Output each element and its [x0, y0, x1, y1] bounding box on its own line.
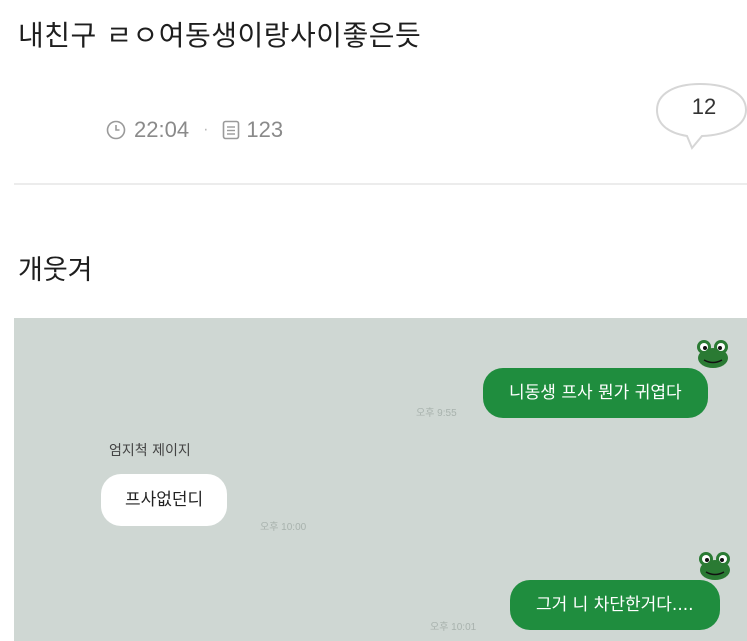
- message-time: 오후 10:00: [260, 522, 307, 533]
- frog-sticker-icon: [697, 340, 728, 368]
- post-title: 내친구 ㄹㅇ여동생이랑사이좋은듯: [18, 19, 422, 52]
- sender-name: 엄지척 제이지: [109, 443, 191, 459]
- view-count: 123: [246, 117, 284, 142]
- comment-count: 12: [691, 94, 717, 119]
- chat-screenshot: 니동생 프사 뭔가 귀엽다 오후 9:55 엄지척 제이지 프사없던디 오후 1…: [14, 318, 747, 641]
- meta-separator: ·: [203, 121, 209, 138]
- comment-count-button[interactable]: 12: [654, 80, 747, 152]
- document-icon: [222, 120, 240, 140]
- message-time: 오후 10:01: [430, 622, 477, 633]
- message-time: 오후 9:55: [416, 408, 457, 419]
- chat-bubble-outgoing: 그거 니 차단한거다....: [510, 580, 720, 630]
- divider: [14, 183, 747, 185]
- post-body: 개웃겨: [18, 255, 93, 286]
- chat-bubble-outgoing: 니동생 프사 뭔가 귀엽다: [483, 368, 708, 418]
- post-meta: 22:04 · 123: [106, 117, 283, 143]
- chat-bubble-incoming: 프사없던디: [101, 474, 228, 526]
- post-time: 22:04: [134, 117, 190, 142]
- frog-sticker-icon: [699, 552, 730, 580]
- clock-icon: [106, 120, 126, 140]
